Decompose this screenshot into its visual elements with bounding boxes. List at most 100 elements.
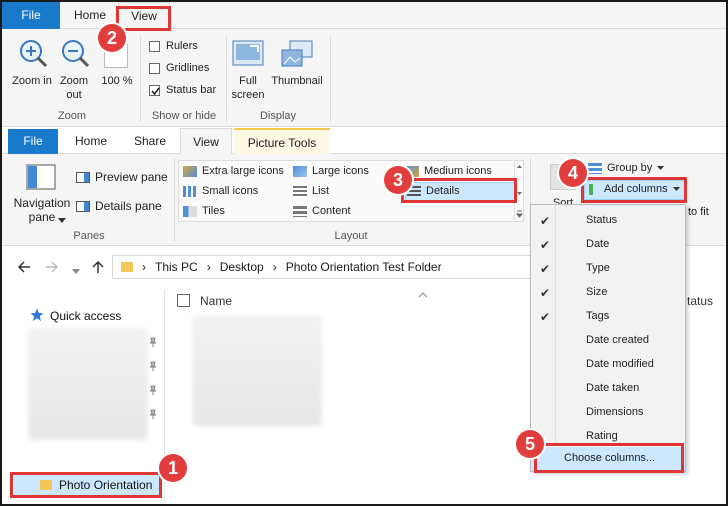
divider [174,158,175,242]
details-pane-icon [76,200,90,212]
forward-arrow-icon[interactable] [44,259,60,275]
small-icons-option[interactable]: Small icons [183,185,258,197]
details-pane-button[interactable]: Details pane [76,199,162,213]
zoom-out-icon[interactable] [60,38,90,68]
medium-icons-label: Medium icons [424,165,492,177]
content-label: Content [312,205,351,217]
step-badge-5: 5 [516,430,544,458]
explorer-tab-view[interactable]: View [180,128,232,155]
preview-pane-button[interactable]: Preview pane [76,170,168,184]
extra-large-icons-icon [183,165,197,177]
column-option-label: Date created [586,334,649,346]
large-icons-option[interactable]: Large icons [293,165,369,177]
panes-group-label: Panes [73,230,105,242]
menu-gutter [555,205,556,445]
divider [226,36,227,122]
explorer-tab-picture-tools[interactable]: Picture Tools [234,128,330,154]
highlight-add-columns [581,177,687,203]
group-by-button[interactable]: Group by [588,162,665,174]
zoom-group-label: Zoom [57,110,87,122]
preview-pane-icon [76,171,90,183]
highlight-choose-columns [534,443,684,473]
divider [330,36,331,122]
group-by-icon [588,162,602,174]
tiles-option[interactable]: Tiles [183,205,225,217]
column-option-label: Date [586,238,610,250]
column-option-label: Date taken [586,382,640,394]
explorer-tab-home[interactable]: Home [62,128,120,154]
explorer-tab-share[interactable]: Share [122,128,178,154]
step-badge-1: 1 [159,454,187,482]
thumbnail-icon[interactable] [280,40,314,68]
add-columns-menu: ✔ Status ✔ Date ✔ Type ✔ Size ✔ Tags Date created D… [530,204,686,472]
explorer-tab-file[interactable]: File [8,129,58,154]
highlight-view-tab [116,6,171,31]
breadcrumb-this-pc[interactable]: This PC [155,260,198,274]
up-arrow-icon[interactable] [90,259,106,275]
chevron-down-icon[interactable] [58,213,66,223]
column-option-label: Type [586,262,610,274]
select-all-checkbox[interactable] [177,294,190,307]
status-bar-checkbox[interactable]: Status bar [149,84,216,96]
highlight-photo-orientation [10,472,162,498]
checkmark-icon: ✔ [540,238,551,252]
content-option[interactable]: Content [293,205,351,217]
thumbnail-label[interactable]: Thumbnail [268,74,326,88]
breadcrumb-folder[interactable]: Photo Orientation Test Folder [286,260,442,274]
zoom-100-label[interactable]: 100 % [100,74,134,88]
full-screen-icon[interactable] [232,40,264,68]
column-option-label: Dimensions [586,406,644,418]
name-column-header[interactable]: Name [200,294,232,308]
full-screen-label[interactable]: Full screen [228,74,268,102]
column-option-label: Rating [586,430,618,442]
group-by-label: Group by [607,162,653,174]
extra-large-icons-option[interactable]: Extra large icons [183,165,284,177]
checkmark-icon: ✔ [540,262,551,276]
address-bar[interactable]: › This PC › Desktop › Photo Orientation … [112,255,532,279]
large-icons-icon [293,165,307,177]
recent-locations-chevron-icon[interactable] [72,264,80,274]
breadcrumb-separator: › [142,260,146,274]
list-icon [293,185,307,197]
back-arrow-icon[interactable] [16,259,32,275]
column-option-label: Size [586,286,608,298]
checkmark-icon: ✔ [540,310,551,324]
layout-group-label: Layout [334,230,368,242]
list-option[interactable]: List [293,185,329,197]
rulers-checkbox[interactable]: Rulers [149,40,198,52]
blurred-file-list [192,316,322,426]
tiles-icon [183,205,197,217]
column-option-label: Date modified [586,358,654,370]
top-tab-file[interactable]: File [2,2,60,29]
size-columns-to-fit-label[interactable]: to fit [688,206,709,218]
list-label: List [312,185,330,197]
status-column-header[interactable]: tatus [687,294,713,308]
content-icon [293,205,307,217]
small-icons-label: Small icons [202,185,259,197]
blurred-nav-items [28,328,148,440]
zoom-out-label[interactable]: Zoom out [54,74,94,102]
sort-ascending-icon [418,287,428,298]
gridlines-checkbox[interactable]: Gridlines [149,62,209,74]
pin-icon [148,408,158,419]
chevron-down-icon [657,165,665,170]
pin-icon [148,360,158,371]
show-hide-group-label: Show or hide [151,110,217,122]
details-pane-label: Details pane [95,199,162,213]
medium-icons-option[interactable]: Medium icons [405,165,492,177]
breadcrumb-desktop[interactable]: Desktop [220,260,264,274]
breadcrumb-separator: › [272,260,277,274]
quick-access-item[interactable]: Quick access [50,309,121,323]
column-option-label: Status [586,214,618,226]
large-icons-label: Large icons [312,165,369,177]
step-badge-4: 4 [559,159,587,187]
breadcrumb-separator: › [206,260,211,274]
checkmark-icon: ✔ [540,214,551,228]
zoom-in-icon[interactable] [18,38,48,68]
step-badge-2: 2 [98,24,126,52]
pin-icon [148,336,158,347]
star-icon [30,308,44,322]
preview-pane-label: Preview pane [95,170,168,184]
zoom-in-label[interactable]: Zoom in [12,74,52,88]
navigation-pane-icon[interactable] [26,164,56,190]
